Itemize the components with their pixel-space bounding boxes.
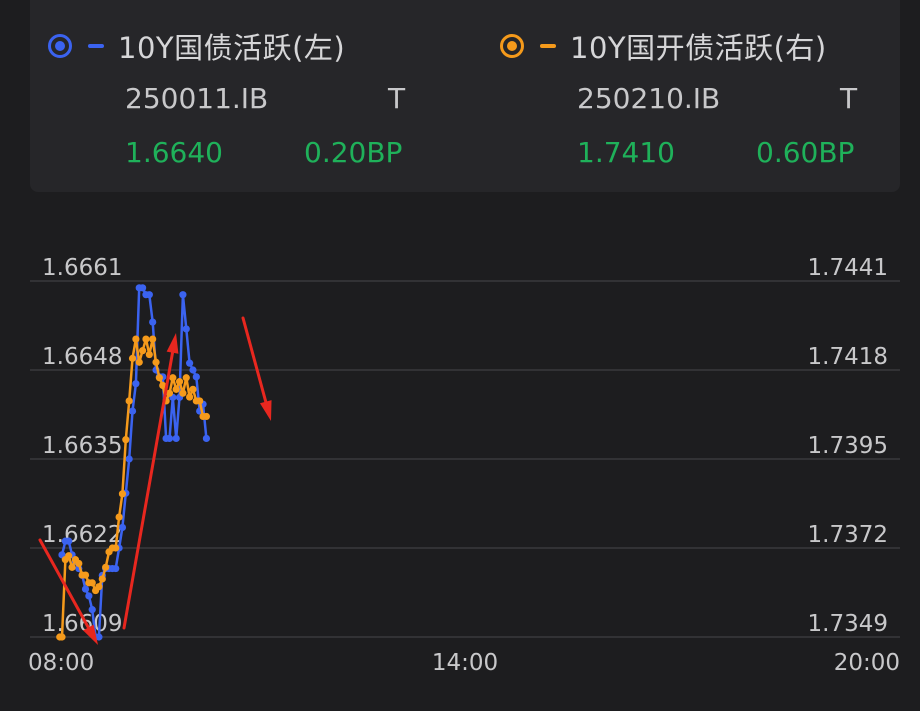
right-axis-ticks: 1.7441 1.7418 1.7395 1.7372 1.7349 <box>808 255 888 637</box>
data-point <box>128 407 137 415</box>
data-point <box>75 559 83 568</box>
data-point <box>132 335 140 343</box>
data-point <box>182 325 190 333</box>
chart-page: 10Y国债活跃(左) 250011.IB T 1.6640 0.20BP 10Y… <box>0 0 920 711</box>
data-point <box>172 434 180 443</box>
data-point <box>98 575 106 583</box>
data-point <box>125 397 133 405</box>
data-point <box>115 513 123 521</box>
data-point <box>65 552 73 560</box>
data-point <box>125 455 133 463</box>
data-point <box>88 579 96 587</box>
data-point <box>186 359 194 367</box>
data-point <box>142 335 150 343</box>
data-point <box>196 397 204 405</box>
right-tick-label: 1.7395 <box>808 433 888 459</box>
data-point <box>128 354 137 362</box>
right-tick-label: 1.7441 <box>808 255 888 281</box>
data-point <box>65 537 73 545</box>
data-point <box>139 284 147 292</box>
data-point <box>95 583 103 591</box>
x-tick-label: 08:00 <box>28 650 94 676</box>
data-point <box>149 335 157 343</box>
data-point <box>192 373 200 381</box>
data-point <box>135 358 143 366</box>
left-tick-label: 1.6648 <box>42 344 122 370</box>
data-point <box>68 563 76 571</box>
data-point <box>88 606 96 614</box>
data-point <box>186 393 194 401</box>
data-point <box>112 544 120 552</box>
series-layer <box>56 284 211 641</box>
data-point <box>122 436 130 444</box>
data-point <box>139 347 147 355</box>
data-point <box>145 350 153 359</box>
data-point <box>182 374 190 382</box>
data-point <box>165 434 174 443</box>
line-chart[interactable]: 1.66611.66481.66351.66221.6609 1.74411.7… <box>0 0 920 711</box>
right-tick-label: 1.7418 <box>808 344 888 370</box>
data-point <box>189 366 197 374</box>
data-point <box>189 385 197 393</box>
data-point <box>102 563 110 571</box>
data-point <box>179 389 187 397</box>
data-point <box>179 291 187 299</box>
right-tick-label: 1.7372 <box>808 522 888 548</box>
data-point <box>132 380 140 388</box>
right-tick-label: 1.7349 <box>808 611 888 637</box>
data-point <box>85 592 93 600</box>
left-tick-label: 1.6622 <box>42 522 122 548</box>
data-point <box>172 385 180 393</box>
data-point <box>118 490 127 498</box>
data-point <box>202 434 211 443</box>
x-tick-label: 20:00 <box>834 650 900 676</box>
data-point <box>169 374 177 382</box>
data-point <box>149 318 157 326</box>
data-point <box>81 585 90 593</box>
x-axis-ticks: 08:00 14:00 20:00 <box>28 650 900 676</box>
x-tick-label: 14:00 <box>432 650 498 676</box>
left-tick-label: 1.6635 <box>42 433 122 459</box>
series-right <box>56 335 211 641</box>
data-point <box>118 523 127 532</box>
left-tick-label: 1.6661 <box>42 255 122 281</box>
data-point <box>202 412 211 421</box>
data-point <box>155 374 163 382</box>
data-point <box>152 358 160 366</box>
data-point <box>175 378 184 386</box>
data-point <box>112 564 120 573</box>
grid-layer <box>30 280 900 638</box>
data-point <box>145 291 153 299</box>
data-point <box>81 571 90 579</box>
data-point <box>58 633 66 641</box>
